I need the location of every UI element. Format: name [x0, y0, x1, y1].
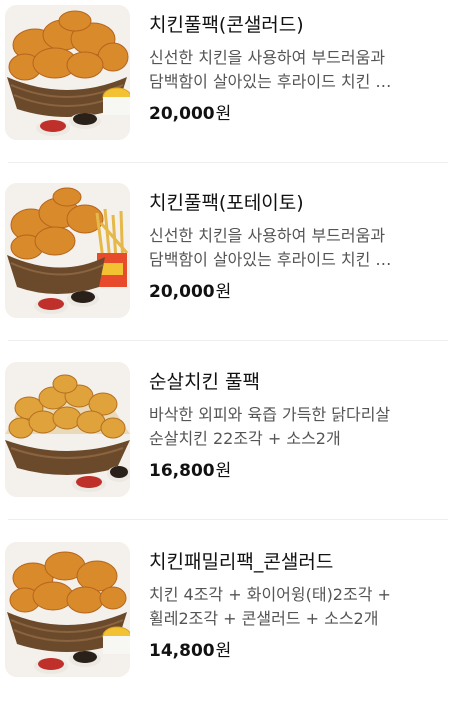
menu-item-description: 바삭한 외피와 육즙 가득한 닭다리살 순살치킨 22조각 + 소스2개: [149, 403, 449, 451]
description-line: 휠레2조각 + 콘샐러드 + 소스2개: [149, 609, 379, 628]
menu-item-price: 20,000원: [149, 102, 231, 126]
description-line: 순살치킨 22조각 + 소스2개: [149, 429, 341, 448]
divider: [8, 519, 448, 520]
fried-chicken-basket-image: [5, 5, 130, 140]
fried-chicken-family-pack-image: [5, 542, 130, 677]
description-line: 신선한 치킨을 사용하여 부드러움과: [149, 226, 386, 245]
menu-item-title: 치킨풀팩(콘샐러드): [149, 14, 304, 36]
divider: [8, 340, 448, 341]
price-value: 20,000: [149, 282, 215, 302]
price-currency: 원: [215, 282, 232, 302]
price-currency: 원: [215, 641, 232, 661]
menu-item-description: 신선한 치킨을 사용하여 부드러움과 담백함이 살아있는 후라이드 치킨 …: [149, 224, 449, 272]
price-value: 20,000: [149, 104, 215, 124]
menu-item-image: [5, 362, 130, 497]
description-line: 신선한 치킨을 사용하여 부드러움과: [149, 48, 386, 67]
menu-item-price: 14,800원: [149, 639, 231, 663]
menu-item-chicken-full-pack-corn-salad[interactable]: 치킨풀팩(콘샐러드) 신선한 치킨을 사용하여 부드러움과 담백함이 살아있는 …: [0, 0, 465, 172]
description-line: 담백함이 살아있는 후라이드 치킨 …: [149, 72, 392, 91]
menu-item-chicken-family-pack-corn-salad[interactable]: 치킨패밀리팩_콘샐러드 치킨 4조각 + 화이어윙(태)2조각 + 휠레2조각 …: [0, 537, 465, 709]
menu-item-description: 치킨 4조각 + 화이어윙(태)2조각 + 휠레2조각 + 콘샐러드 + 소스2…: [149, 583, 449, 631]
menu-item-image: [5, 183, 130, 318]
menu-item-image: [5, 542, 130, 677]
menu-item-chicken-full-pack-potato[interactable]: 치킨풀팩(포테이토) 신선한 치킨을 사용하여 부드러움과 담백함이 살아있는 …: [0, 178, 465, 350]
menu-item-description: 신선한 치킨을 사용하여 부드러움과 담백함이 살아있는 후라이드 치킨 …: [149, 46, 449, 94]
price-currency: 원: [215, 104, 232, 124]
price-value: 16,800: [149, 461, 215, 481]
description-line: 바삭한 외피와 육즙 가득한 닭다리살: [149, 405, 391, 424]
price-currency: 원: [215, 461, 232, 481]
menu-item-price: 16,800원: [149, 459, 231, 483]
description-line: 담백함이 살아있는 후라이드 치킨 …: [149, 250, 392, 269]
menu-item-title: 치킨풀팩(포테이토): [149, 192, 304, 214]
fried-chicken-fries-image: [5, 183, 130, 318]
menu-item-image: [5, 5, 130, 140]
menu-item-title: 순살치킨 풀팩: [149, 371, 260, 393]
menu-item-price: 20,000원: [149, 280, 231, 304]
price-value: 14,800: [149, 641, 215, 661]
menu-list: 치킨풀팩(콘샐러드) 신선한 치킨을 사용하여 부드러움과 담백함이 살아있는 …: [0, 0, 465, 685]
menu-item-title: 치킨패밀리팩_콘샐러드: [149, 551, 334, 573]
menu-item-boneless-chicken-full-pack[interactable]: 순살치킨 풀팩 바삭한 외피와 육즙 가득한 닭다리살 순살치킨 22조각 + …: [0, 357, 465, 529]
boneless-chicken-basket-image: [5, 362, 130, 497]
description-line: 치킨 4조각 + 화이어윙(태)2조각 +: [149, 585, 391, 604]
divider: [8, 162, 448, 163]
